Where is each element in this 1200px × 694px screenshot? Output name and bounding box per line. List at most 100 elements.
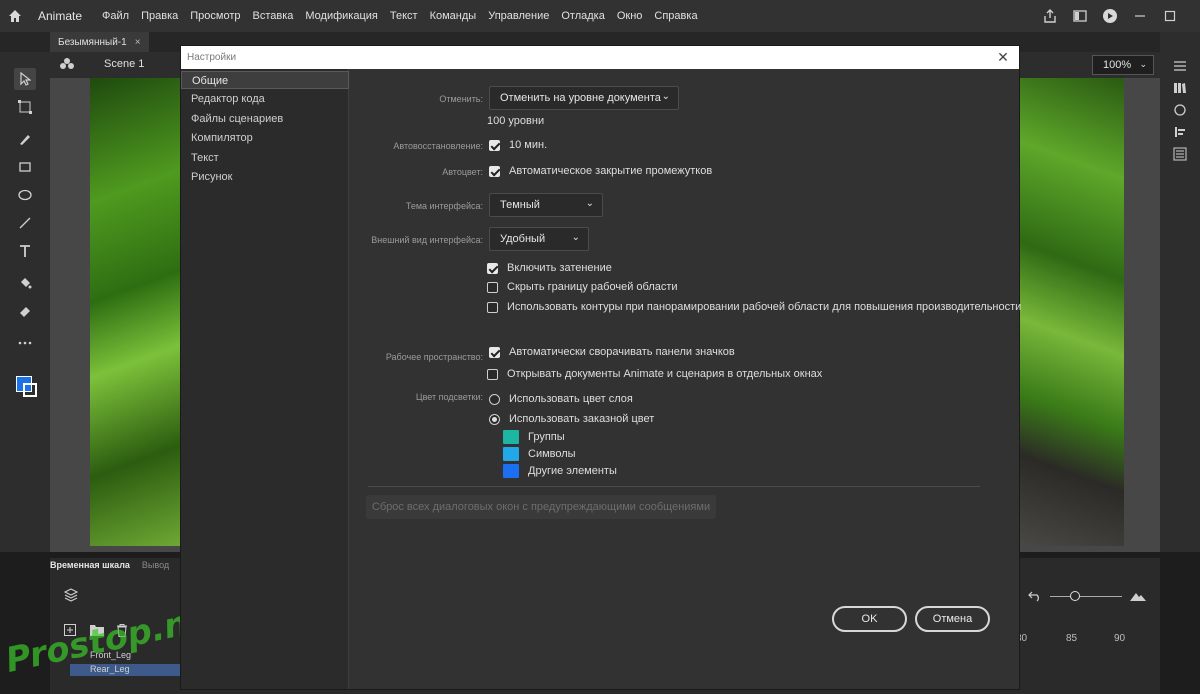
other-elements-color-swatch[interactable] <box>503 464 519 478</box>
layers-icon[interactable] <box>63 588 79 605</box>
workspace-label: Рабочее пространство: <box>385 352 483 362</box>
dialog-title: Настройки <box>187 52 237 63</box>
minimize-icon[interactable] <box>1130 6 1150 26</box>
color-panel-icon[interactable] <box>1170 144 1190 164</box>
document-tab-title: Безымянный-1 <box>58 36 127 48</box>
symbols-color-swatch[interactable] <box>503 447 519 461</box>
maximize-icon[interactable] <box>1160 6 1180 26</box>
layer-color-text: Использовать цвет слоя <box>509 393 633 405</box>
chevron-down-icon: ⌄ <box>1139 59 1147 69</box>
autocolor-checkbox[interactable] <box>489 166 500 177</box>
scene-name[interactable]: Scene 1 <box>104 58 144 70</box>
selection-tool-icon[interactable] <box>14 68 36 90</box>
menu-debug[interactable]: Отладка <box>555 10 610 22</box>
shading-text: Включить затенение <box>507 262 612 274</box>
auto-collapse-text: Автоматически сворачивать панели значков <box>509 346 735 358</box>
zoom-slider-handle[interactable] <box>1070 591 1080 601</box>
theme-dropdown[interactable]: Темный ⌄ <box>489 193 603 217</box>
autosave-text[interactable]: 10 мин. <box>509 139 547 151</box>
zoom-value: 100% <box>1103 59 1132 71</box>
share-icon[interactable] <box>1040 6 1060 26</box>
chevron-down-icon: ⌄ <box>661 91 670 102</box>
menu-edit[interactable]: Правка <box>135 10 184 22</box>
menu-commands[interactable]: Команды <box>424 10 483 22</box>
dialog-title-bar: Настройки <box>181 46 1019 69</box>
brush-tool-icon[interactable] <box>14 128 36 150</box>
menu-help[interactable]: Справка <box>648 10 703 22</box>
autosave-checkbox[interactable] <box>489 140 500 151</box>
chevron-down-icon: ⌄ <box>571 232 580 243</box>
test-movie-icon[interactable] <box>1100 6 1120 26</box>
document-tab[interactable]: Безымянный-1 × <box>50 32 149 52</box>
properties-icon[interactable] <box>1170 56 1190 76</box>
undo-icon[interactable] <box>1028 590 1042 605</box>
use-outlines-text: Использовать контуры при панорамировании… <box>507 301 1022 313</box>
use-outlines-checkbox[interactable] <box>487 302 498 313</box>
mountain-zoom-icon[interactable] <box>1130 590 1146 605</box>
menu-text[interactable]: Текст <box>384 10 424 22</box>
more-tools-icon[interactable] <box>14 332 36 354</box>
reset-dialogs-button[interactable]: Сброс всех диалоговых окон с предупрежда… <box>366 495 716 519</box>
app-name: Animate <box>38 9 83 23</box>
category-compiler[interactable]: Компилятор <box>181 129 349 147</box>
category-text[interactable]: Текст <box>181 149 349 167</box>
tab-output[interactable]: Вывод <box>142 560 169 576</box>
hide-border-checkbox[interactable] <box>487 282 498 293</box>
ok-button[interactable]: OK <box>832 606 907 632</box>
zoom-slider[interactable] <box>1050 596 1122 597</box>
custom-color-text: Использовать заказной цвет <box>509 413 655 425</box>
menu-bar: Animate Файл Правка Просмотр Вставка Мод… <box>0 0 1200 32</box>
menu-insert[interactable]: Вставка <box>247 10 300 22</box>
right-panel-strip <box>1160 32 1200 552</box>
eraser-tool-icon[interactable] <box>14 300 36 322</box>
shading-checkbox[interactable] <box>487 263 498 274</box>
stage-image-right <box>1020 78 1124 546</box>
custom-color-radio[interactable] <box>489 414 500 425</box>
library-icon[interactable] <box>1170 78 1190 98</box>
paint-bucket-tool-icon[interactable] <box>14 272 36 294</box>
menu-view[interactable]: Просмотр <box>184 10 246 22</box>
groups-color-swatch[interactable] <box>503 430 519 444</box>
panel-layout-icon[interactable] <box>1070 6 1090 26</box>
menu-file[interactable]: Файл <box>96 10 135 22</box>
text-tool-icon[interactable] <box>14 240 36 262</box>
appearance-dropdown[interactable]: Удобный ⌄ <box>489 227 589 251</box>
category-list: Общие Редактор кода Файлы сценариев Комп… <box>181 69 349 689</box>
zoom-field[interactable]: 100% ⌄ <box>1092 55 1154 75</box>
close-tab-icon[interactable]: × <box>135 37 141 48</box>
autocolor-label: Автоцвет: <box>442 167 483 177</box>
menu-modify[interactable]: Модификация <box>299 10 384 22</box>
other-elements-text: Другие элементы <box>528 465 617 477</box>
symbol-icon[interactable] <box>60 57 74 74</box>
home-icon[interactable] <box>0 0 30 32</box>
category-drawing[interactable]: Рисунок <box>181 168 349 186</box>
symbols-text: Символы <box>528 448 576 460</box>
category-script-files[interactable]: Файлы сценариев <box>181 110 349 128</box>
category-general[interactable]: Общие <box>181 71 349 89</box>
tab-timeline[interactable]: Временная шкала <box>50 560 130 576</box>
appearance-label: Внешний вид интерфейса: <box>371 235 483 245</box>
chevron-down-icon: ⌄ <box>585 198 594 209</box>
align-icon[interactable] <box>1170 122 1190 142</box>
rectangle-tool-icon[interactable] <box>14 156 36 178</box>
undo-levels[interactable]: 100 уровни <box>487 115 544 127</box>
layer-color-radio[interactable] <box>489 394 500 405</box>
assets-icon[interactable] <box>1170 100 1190 120</box>
line-tool-icon[interactable] <box>14 212 36 234</box>
tools-panel <box>0 52 50 552</box>
separate-windows-checkbox[interactable] <box>487 369 498 380</box>
undo-label: Отменить: <box>439 94 483 104</box>
undo-dropdown[interactable]: Отменить на уровне документа ⌄ <box>489 86 679 110</box>
fill-stroke-color-icon[interactable] <box>12 372 40 400</box>
oval-tool-icon[interactable] <box>14 184 36 206</box>
category-code-editor[interactable]: Редактор кода <box>181 90 349 108</box>
free-transform-tool-icon[interactable] <box>14 96 36 118</box>
menu-control[interactable]: Управление <box>482 10 555 22</box>
auto-collapse-checkbox[interactable] <box>489 347 500 358</box>
close-icon[interactable]: ✕ <box>995 49 1011 65</box>
menu-window[interactable]: Окно <box>611 10 649 22</box>
cancel-button[interactable]: Отмена <box>915 606 990 632</box>
highlight-label: Цвет подсветки: <box>415 392 483 402</box>
hide-border-text: Скрыть границу рабочей области <box>507 281 678 293</box>
divider <box>368 486 980 487</box>
